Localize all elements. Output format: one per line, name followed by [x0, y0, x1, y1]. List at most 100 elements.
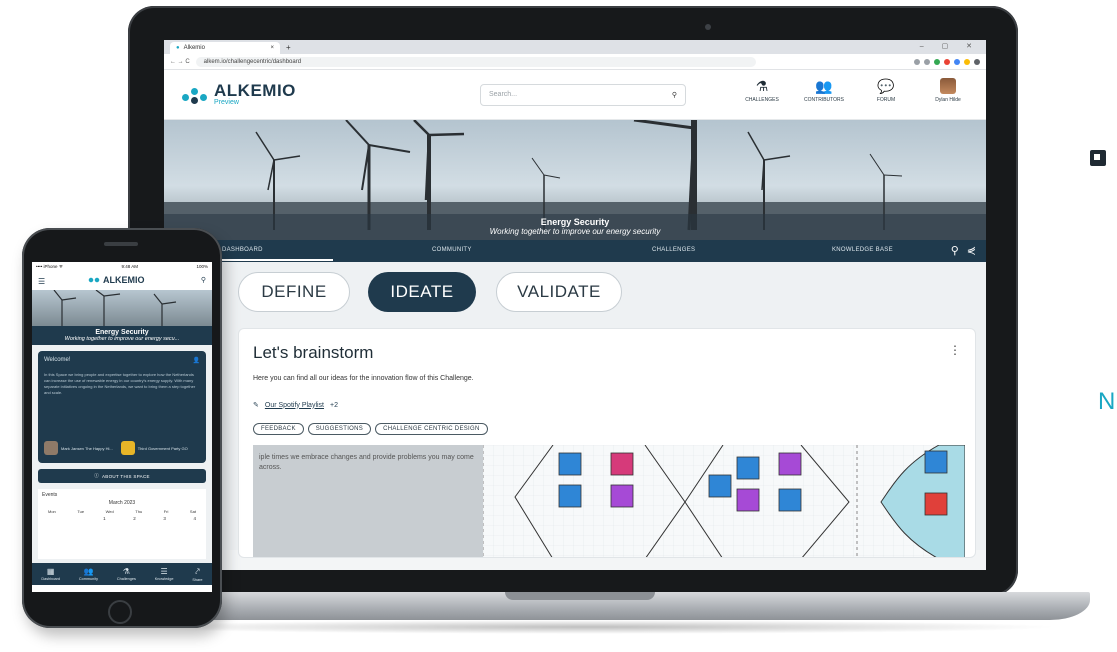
tab-label: Community [78, 577, 99, 581]
calendar-days: 1 2 3 4 [42, 516, 202, 521]
extension-icon[interactable] [944, 58, 950, 65]
browser-nav-buttons[interactable]: ← → C [170, 59, 190, 65]
weekday: Thu [135, 509, 143, 514]
new-tab-button[interactable]: + [286, 43, 291, 52]
card-reference: ✎ Our Spotify Playlist +2 [253, 401, 338, 410]
tab-challenges[interactable]: CHALLENGES [652, 247, 695, 253]
hamburger-icon[interactable]: ☰ [38, 277, 45, 286]
url-input[interactable]: alkem.io/challengecentric/dashboard [195, 56, 756, 67]
host-item[interactable]: Third Government Party GO [120, 441, 188, 455]
flask-icon: ⚗ [122, 567, 130, 576]
phone-screen: •••• iPhone ᯤ 9:48 AM 100% ☰ ALKEMIO ⚲ E… [32, 262, 212, 592]
laptop-screen: ● Alkemio × + – ▢ ✕ ← → C alkem.io/chall… [164, 40, 986, 570]
dashboard-content: DEFINE IDEATE VALIDATE Let's brainstorm … [164, 262, 986, 558]
extension-icon[interactable] [964, 58, 970, 65]
card-description: Here you can find all our ideas for the … [253, 375, 474, 382]
browser-extension-icons [914, 58, 980, 65]
nav-challenges[interactable]: ⚗ CHALLENGES [742, 78, 782, 103]
extension-icon[interactable] [914, 58, 920, 65]
edit-icon: ✎ [253, 402, 259, 409]
bottom-tab-challenges[interactable]: ⚗ Challenges [117, 567, 136, 581]
phone-body: Welcome! 👤 In this Space we bring people… [32, 345, 212, 585]
person-add-icon[interactable]: 👤 [193, 357, 200, 364]
phase-ideate-button[interactable]: IDEATE [368, 272, 476, 312]
weekday: Mon [48, 509, 56, 514]
dashboard-icon: ▦ [46, 567, 55, 576]
logo-mark-icon [182, 86, 208, 104]
whiteboard-text-note: iple times we embrace changes and provid… [253, 445, 483, 557]
tab-close-icon[interactable]: × [270, 45, 274, 51]
bottom-tab-knowledge[interactable]: ☰ Knowledge [155, 567, 174, 581]
calendar-day[interactable]: 4 [193, 516, 196, 521]
nav-contributors[interactable]: 👥 CONTRIBUTORS [804, 78, 844, 103]
host-item[interactable]: Mark Jansen The Happy Hi... [44, 441, 113, 455]
window-controls[interactable]: – ▢ ✕ [920, 42, 980, 50]
host-name: Mark Jansen The Happy Hi... [61, 445, 113, 451]
weekday: Fri [163, 509, 169, 514]
user-name: Dylan Hilde [935, 97, 961, 103]
tab-knowledge-base[interactable]: KNOWLEDGE BASE [832, 247, 893, 253]
phase-validate-button[interactable]: VALIDATE [496, 272, 622, 312]
browser-address-bar: ← → C alkem.io/challengecentric/dashboar… [164, 54, 986, 70]
tab-community[interactable]: COMMUNITY [432, 247, 472, 253]
wind-turbines-image [53, 289, 177, 326]
nav-label: FORUM [876, 97, 896, 103]
weekday: Sat [189, 509, 196, 514]
profile-icon[interactable] [974, 58, 980, 65]
bottom-tab-share[interactable]: ⤤ Share [192, 567, 202, 582]
card-title: Let's brainstorm [253, 343, 374, 362]
host-name: Third Government Party GO [137, 445, 188, 451]
tab-label: Dashboard [41, 577, 60, 581]
phone-status-bar: •••• iPhone ᯤ 9:48 AM 100% [32, 262, 212, 272]
laptop-camera [705, 24, 711, 30]
browser-tab[interactable]: ● Alkemio × [170, 42, 280, 54]
cropped-icon [1090, 150, 1106, 166]
bottom-tab-dashboard[interactable]: ▦ Dashboard [41, 567, 60, 581]
tab-title: Alkemio [183, 45, 205, 51]
alkemio-logo[interactable]: ALKEMIO Preview [182, 82, 296, 107]
nav-forum[interactable]: 💬 FORUM [866, 78, 906, 103]
logo-text: ALKEMIO [103, 275, 145, 285]
reference-link[interactable]: Our Spotify Playlist [265, 402, 324, 409]
events-title: Events [42, 492, 58, 498]
about-space-button[interactable]: ⓘ ABOUT THIS SPACE [38, 469, 206, 483]
knowledge-icon: ☰ [160, 567, 168, 576]
search-icon[interactable]: ⚲ [951, 244, 959, 257]
avatar [120, 441, 135, 455]
space-tabs: DASHBOARD COMMUNITY CHALLENGES KNOWLEDGE… [164, 240, 986, 262]
events-calendar: Events March 2023 Mon Tue Wed Thu Fri Sa… [38, 489, 206, 559]
phone-logo[interactable]: ALKEMIO [88, 275, 145, 285]
space-tools: ⚲ ⋞ [951, 244, 976, 257]
phase-define-button[interactable]: DEFINE [238, 272, 350, 312]
weekday: Wed [105, 509, 114, 514]
user-menu[interactable]: Dylan Hilde [928, 78, 968, 103]
extension-icon[interactable] [934, 58, 940, 65]
phone-home-button[interactable] [108, 600, 132, 624]
bottom-tab-community[interactable]: 👥 Community [79, 567, 98, 581]
cropped-heading-letter: N [1098, 388, 1116, 415]
phone-speaker [104, 242, 138, 246]
laptop-shadow [120, 620, 1060, 634]
reference-extra-count[interactable]: +2 [330, 402, 338, 409]
info-icon: ⓘ [94, 473, 99, 478]
phone-bottom-nav: ▦ Dashboard 👥 Community ⚗ Challenges ☰ K… [32, 563, 212, 585]
search-icon[interactable]: ⚲ [201, 276, 206, 284]
calendar-weekdays: Mon Tue Wed Thu Fri Sat [42, 509, 202, 514]
tab-label: Knowledge [154, 577, 174, 581]
tag: CHALLENGE CENTRIC DESIGN [375, 423, 488, 435]
extension-icon[interactable] [924, 58, 930, 65]
search-input[interactable]: Search... ⚲ [480, 84, 686, 106]
share-icon[interactable]: ⋞ [967, 244, 976, 257]
more-options-icon[interactable]: ⋮ [949, 343, 961, 357]
space-title: Energy Security [540, 217, 610, 227]
extension-icon[interactable] [954, 58, 960, 65]
flask-icon: ⚗ [755, 78, 769, 94]
calendar-day[interactable]: 1 [103, 516, 106, 521]
tab-dashboard[interactable]: DASHBOARD [192, 247, 332, 261]
laptop-base-notch [505, 592, 655, 600]
calendar-day[interactable]: 2 [133, 516, 136, 521]
whiteboard-preview[interactable]: iple times we embrace changes and provid… [253, 445, 965, 557]
phone-device: •••• iPhone ᯤ 9:48 AM 100% ☰ ALKEMIO ⚲ E… [22, 228, 222, 628]
calendar-day[interactable]: 3 [163, 516, 166, 521]
phone-banner [32, 289, 212, 326]
